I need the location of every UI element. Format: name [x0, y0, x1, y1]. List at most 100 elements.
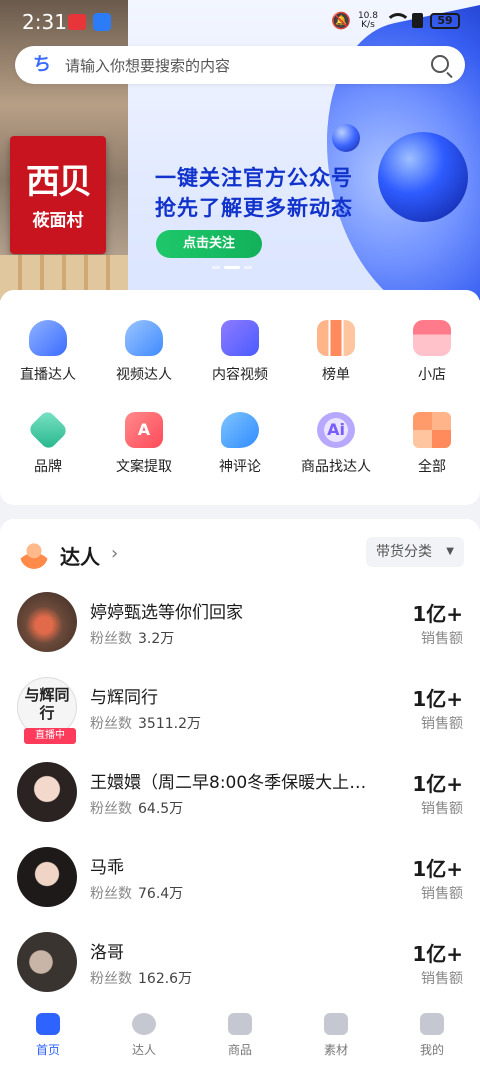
wifi-icon — [385, 13, 411, 28]
sales-label: 销售额 — [421, 971, 463, 987]
all-icon — [413, 412, 451, 448]
search-input[interactable]: 请输入你想要搜索的内容 — [65, 55, 230, 76]
sim-icon — [412, 13, 423, 28]
sales-value: 1亿+ — [412, 942, 463, 966]
sales-label: 销售额 — [421, 801, 463, 817]
store-sign-sub: 莜面村 — [32, 211, 84, 231]
fans-value: 76.4万 — [138, 886, 184, 902]
avatar — [17, 592, 77, 652]
carousel-dot — [244, 266, 252, 269]
talent-name: 婷婷甄选等你们回家 — [90, 603, 243, 623]
fans-count: 粉丝数 64.5万 — [90, 798, 183, 818]
talent-name: 王嬛嬛（周二早8:00冬季保暖大上新） — [90, 773, 380, 793]
banner-title-line1: 一键关注官方公众号 — [155, 166, 353, 190]
promo-banner[interactable]: 西贝 莜面村 一键关注官方公众号 抢先了解更多新动态 点击关注 — [0, 0, 480, 300]
tab-talent[interactable]: 达人 — [96, 1013, 192, 1058]
feature-label: 文案提取 — [116, 459, 172, 475]
feature-label: 神评论 — [219, 459, 261, 475]
live-talent-icon — [29, 320, 67, 356]
feature-ranking[interactable]: 榜单 — [288, 320, 384, 384]
tab-label: 首页 — [35, 1043, 60, 1057]
search-icon[interactable] — [431, 55, 449, 73]
feature-label: 商品找达人 — [301, 459, 371, 475]
talent-row[interactable]: 王嬛嬛（周二早8:00冬季保暖大上新） 粉丝数 64.5万 1亿+ 销售额 — [0, 762, 480, 847]
home-icon — [36, 1013, 60, 1035]
feature-label: 品牌 — [34, 459, 62, 475]
tab-profile[interactable]: 我的 — [384, 1013, 480, 1058]
talent-name: 与辉同行 — [90, 688, 158, 708]
talent-name: 马乖 — [90, 858, 124, 878]
copy-extract-icon: A — [125, 412, 163, 448]
section-title[interactable]: 达人 — [60, 541, 100, 570]
carousel-dot-active — [224, 266, 240, 269]
tab-products[interactable]: 商品 — [192, 1013, 288, 1058]
fans-value: 162.6万 — [138, 971, 193, 987]
content-video-icon — [221, 320, 259, 356]
brand-icon — [27, 409, 69, 451]
feature-product-find-talent[interactable]: Ai 商品找达人 — [288, 412, 384, 476]
fans-count: 粉丝数 76.4万 — [90, 883, 183, 903]
feature-video-talent[interactable]: 视频达人 — [96, 320, 192, 384]
feature-label: 榜单 — [322, 367, 350, 383]
tab-label: 商品 — [227, 1043, 252, 1057]
material-icon — [324, 1013, 348, 1035]
talent-row[interactable]: 洛哥 粉丝数 162.6万 1亿+ 销售额 — [0, 932, 480, 1017]
bag-icon — [228, 1013, 252, 1035]
profile-icon — [420, 1013, 444, 1035]
shop-icon — [413, 320, 451, 356]
fans-label: 粉丝数 — [90, 801, 132, 817]
feature-label: 直播达人 — [20, 367, 76, 383]
sales-value: 1亿+ — [412, 857, 463, 881]
feature-copy-extract[interactable]: A 文案提取 — [96, 412, 192, 476]
sales-label: 销售额 — [421, 716, 463, 732]
video-talent-icon — [125, 320, 163, 356]
feature-brand[interactable]: 品牌 — [0, 409, 96, 476]
chevron-right-icon[interactable]: › — [111, 543, 118, 564]
fans-count: 粉丝数 3.2万 — [90, 628, 174, 648]
app-logo-icon: ち — [33, 54, 51, 75]
search-bar[interactable]: ち 请输入你想要搜索的内容 — [15, 46, 465, 84]
feature-shop[interactable]: 小店 — [384, 320, 480, 384]
fans-count: 粉丝数 162.6万 — [90, 968, 192, 988]
fans-value: 3.2万 — [138, 631, 175, 647]
talent-person-icon — [20, 541, 48, 569]
carousel-dot — [212, 266, 220, 269]
comment-icon — [221, 412, 259, 448]
feature-comment[interactable]: 神评论 — [192, 412, 288, 476]
sales-label: 销售额 — [421, 631, 463, 647]
fans-value: 64.5万 — [138, 801, 184, 817]
feature-grid: 直播达人 视频达人 内容视频 榜单 小店 品牌 A 文案提取 神评论 Ai 商品… — [0, 290, 480, 505]
ranking-icon — [317, 320, 355, 356]
tab-label: 达人 — [131, 1043, 156, 1057]
feature-content-video[interactable]: 内容视频 — [192, 320, 288, 384]
tab-materials[interactable]: 素材 — [288, 1013, 384, 1058]
category-filter-dropdown[interactable]: 带货分类 ▼ — [366, 537, 464, 567]
fans-count: 粉丝数 3511.2万 — [90, 713, 201, 733]
filter-label: 带货分类 — [376, 544, 432, 560]
avatar — [17, 932, 77, 992]
feature-label: 内容视频 — [212, 367, 268, 383]
live-badge: 直播中 — [24, 728, 76, 744]
notification-app-icon — [68, 14, 86, 30]
follow-button[interactable]: 点击关注 — [156, 230, 262, 258]
tab-home[interactable]: 首页 — [0, 1013, 96, 1058]
feature-all[interactable]: 全部 — [384, 412, 480, 476]
sphere-graphic — [378, 132, 468, 222]
talent-row[interactable]: 与辉同行 直播中 与辉同行 粉丝数 3511.2万 1亿+ 销售额 — [0, 677, 480, 762]
fans-label: 粉丝数 — [90, 886, 132, 902]
sales-value: 1亿+ — [412, 687, 463, 711]
status-bar: 2:31 🔕 10.8 K/s 59 — [0, 0, 480, 42]
product-find-talent-icon: Ai — [317, 412, 355, 448]
avatar — [17, 847, 77, 907]
store-sign-main: 西贝 — [26, 162, 92, 202]
fans-value: 3511.2万 — [138, 716, 201, 732]
talent-row[interactable]: 马乖 粉丝数 76.4万 1亿+ 销售额 — [0, 847, 480, 932]
tab-label: 素材 — [323, 1043, 348, 1057]
feature-live-talent[interactable]: 直播达人 — [0, 320, 96, 384]
notification-app-icon — [93, 13, 111, 31]
fans-label: 粉丝数 — [90, 631, 132, 647]
banner-title-line2: 抢先了解更多新动态 — [155, 196, 353, 220]
talent-row[interactable]: 婷婷甄选等你们回家 粉丝数 3.2万 1亿+ 销售额 — [0, 592, 480, 677]
talent-section: 达人 › 带货分类 ▼ 婷婷甄选等你们回家 粉丝数 3.2万 1亿+ 销售额 与辉… — [0, 519, 480, 1009]
feature-label: 全部 — [418, 459, 446, 475]
